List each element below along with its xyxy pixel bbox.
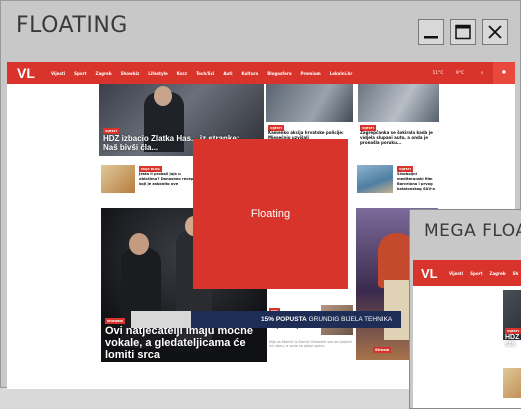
nav-link[interactable]: Tech/Sci (196, 71, 214, 76)
site-logo[interactable]: VL (17, 65, 47, 81)
nav-link[interactable]: Zagreb (96, 71, 112, 76)
maximize-button[interactable] (450, 19, 476, 45)
nav-link[interactable]: Auti (223, 71, 232, 76)
big-article-tag: SHOWBIZ (105, 318, 126, 324)
ad-text: 15% POPUSTA GRUNDIG BIJELA TEHNIKA (261, 316, 392, 323)
ad-image (131, 311, 191, 328)
article-title[interactable]: Sivoboljni mediteranski film Barcelona i… (397, 172, 441, 192)
nav-right: 11°C 9°C ⌕ ● (427, 62, 515, 84)
big-article-headline[interactable]: Ovi natjecatelji imaju močne vokale, a g… (105, 325, 265, 361)
nav-links: Vijesti Sport Zagreb Showbiz Lifestyle K… (51, 71, 352, 76)
nav-link[interactable]: Sport (74, 71, 86, 76)
nav-link[interactable]: Blogosfera (267, 71, 291, 76)
window-titlebar[interactable]: FLOATING (1, 1, 520, 59)
floating-panel[interactable]: Floating (193, 139, 348, 289)
mega-thumb[interactable] (503, 368, 521, 398)
article-title[interactable]: Zagrepčanka se šokirala kada je vidjela … (360, 130, 440, 145)
ad-banner[interactable]: 15% POPUSTA GRUNDIG BIJELA TEHNIKA (131, 311, 401, 328)
site-navbar: VL Vijesti Sport Zagreb Showbiz Lifestyl… (7, 62, 515, 84)
window-title: FLOATING (16, 13, 128, 38)
mega-web-content: VL Vijesti Sport Zagreb Sh VIJESTI HDZ i… (413, 260, 521, 408)
article-thumb[interactable] (101, 165, 135, 193)
article-title[interactable]: Jesta li probali jaja u obiačimu? Donosi… (139, 172, 197, 187)
weather-widget[interactable]: 11°C (427, 71, 449, 76)
nav-link[interactable]: Zagreb (490, 271, 506, 276)
search-icon[interactable]: ⌕ (471, 70, 493, 76)
floating-label: Floating (250, 208, 291, 220)
mega-floating-window[interactable]: MEGA FLOATING VL Vijesti Sport Zagreb Sh… (409, 209, 521, 409)
nav-link[interactable]: Kultura (242, 71, 259, 76)
nav-link[interactable]: Sport (470, 271, 482, 276)
temp-widget[interactable]: 9°C (449, 71, 471, 76)
mega-navbar: VL Vijesti Sport Zagreb Sh (413, 260, 521, 286)
nav-link[interactable]: Lifestyle (148, 71, 167, 76)
nav-link[interactable]: Kozz (177, 71, 187, 76)
close-icon (488, 25, 502, 39)
article-image[interactable] (358, 84, 439, 122)
maximize-icon (455, 24, 471, 40)
article-excerpt: Nije za Mamić iz Daniel Vrbaniće vez se … (269, 340, 353, 348)
ad-text-rest: GRUNDIG BIJELA TEHNIKA (308, 316, 393, 323)
mega-site-logo[interactable]: VL (421, 266, 449, 281)
user-icon[interactable]: ● (493, 62, 515, 84)
nav-link[interactable]: Lokalni.hr (330, 71, 353, 76)
nav-link[interactable]: Premium (301, 71, 321, 76)
nav-link[interactable]: Sh (513, 271, 519, 276)
stream-tag[interactable]: Stream (373, 347, 392, 353)
minimize-button[interactable] (418, 19, 444, 45)
article-thumb[interactable] (357, 165, 393, 193)
minimize-icon (424, 36, 438, 39)
nav-link[interactable]: Vijesti (449, 271, 463, 276)
mega-headline[interactable]: HDZ iz sta (505, 334, 521, 348)
article-image[interactable] (266, 84, 353, 122)
nav-link[interactable]: Showbiz (121, 71, 140, 76)
close-button[interactable] (482, 19, 508, 45)
nav-link[interactable]: Vijesti (51, 71, 65, 76)
mega-window-title: MEGA FLOATING (424, 221, 521, 241)
ad-text-bold: 15% POPUSTA (261, 316, 307, 323)
